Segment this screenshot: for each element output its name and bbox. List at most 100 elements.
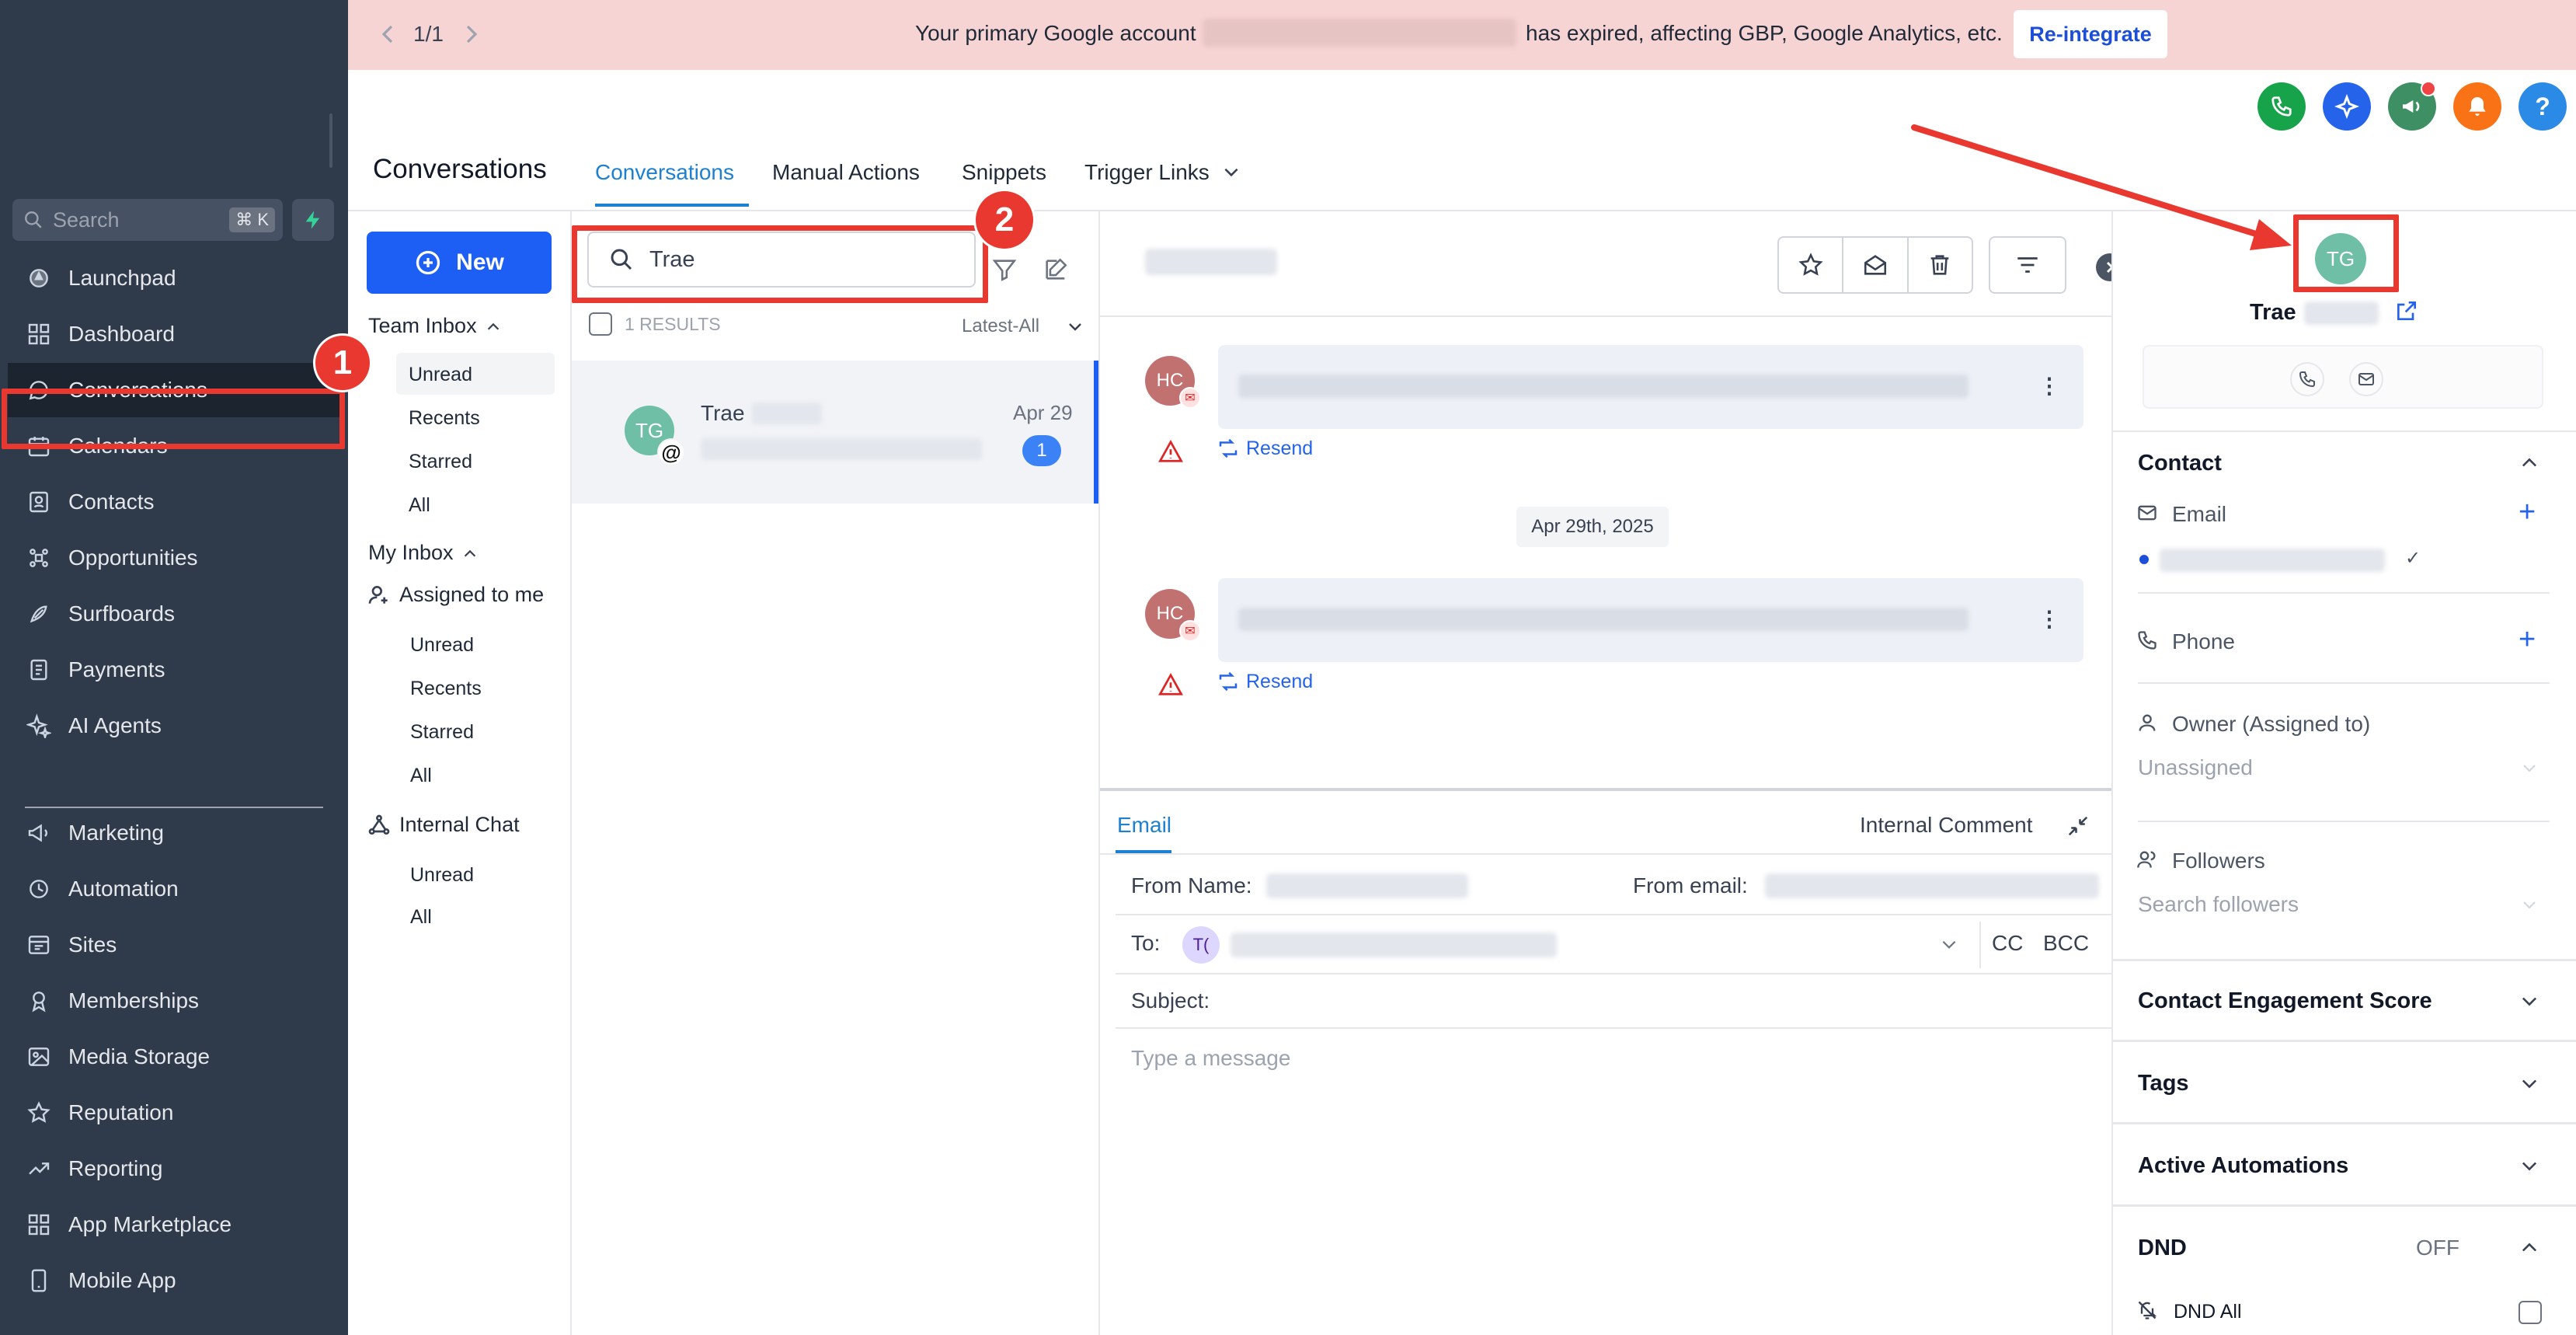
sidebar-item-surfboards[interactable]: Surfboards — [8, 587, 342, 641]
sidebar-item-reputation[interactable]: Reputation — [8, 1086, 342, 1140]
sidebar-item-automation[interactable]: Automation — [8, 862, 342, 916]
chevron-down-icon[interactable] — [1066, 317, 1084, 336]
sidebar-item-mobile-app[interactable]: Mobile App — [8, 1253, 342, 1308]
chevron-right-icon[interactable] — [461, 23, 480, 45]
conversation-list-item[interactable]: TG @ Trae Apr 29 1 — [572, 361, 1098, 504]
contact-section-title[interactable]: Contact — [2138, 451, 2222, 476]
sort-select[interactable]: Latest-All — [962, 315, 1039, 337]
team-inbox-unread[interactable]: Unread — [396, 353, 555, 395]
results-count: 1 RESULTS — [625, 314, 721, 334]
message-bubble[interactable]: ⋮ — [1218, 578, 2083, 662]
redacted-email[interactable] — [2160, 549, 2385, 572]
sidebar-item-app-marketplace[interactable]: App Marketplace — [8, 1197, 342, 1252]
sidebar-item-dashboard[interactable]: Dashboard — [8, 307, 342, 361]
bcc-button[interactable]: BCC — [2043, 931, 2089, 956]
sidebar-item-sites[interactable]: Sites — [8, 918, 342, 972]
chevron-down-icon[interactable] — [2519, 1072, 2540, 1094]
team-inbox-item-label: Recents — [409, 407, 480, 429]
assigned-to-me[interactable]: Assigned to me — [399, 583, 544, 607]
sidebar-item-memberships[interactable]: Memberships — [8, 974, 342, 1028]
external-link-icon[interactable] — [2394, 298, 2419, 323]
chevron-left-icon[interactable] — [379, 23, 398, 45]
reintegrate-button[interactable]: Re-integrate — [2014, 10, 2167, 58]
engagement-section-title[interactable]: Contact Engagement Score — [2138, 988, 2432, 1014]
tab-trigger-links[interactable]: Trigger Links — [1084, 160, 1210, 185]
chevron-up-icon[interactable] — [2519, 1237, 2540, 1259]
sidebar-item-marketing[interactable]: Marketing — [8, 806, 342, 860]
sidebar-item-label: Mobile App — [68, 1268, 176, 1292]
more-vertical-icon[interactable]: ⋮ — [2038, 606, 2060, 632]
redacted-recipient[interactable] — [1231, 932, 1557, 957]
chevron-down-icon[interactable] — [2519, 1155, 2540, 1176]
chevron-down-icon[interactable] — [2519, 990, 2540, 1012]
tags-section-title[interactable]: Tags — [2138, 1071, 2189, 1096]
my-inbox-recents[interactable]: Recents — [410, 678, 482, 700]
sidebar-item-ai-agents[interactable]: AI Agents — [8, 699, 342, 753]
redacted-preview — [701, 438, 982, 460]
tab-manual-actions[interactable]: Manual Actions — [772, 160, 920, 185]
call-contact-button[interactable] — [2290, 362, 2324, 396]
followers-search[interactable]: Search followers — [2138, 892, 2299, 917]
sidebar-item-media-storage[interactable]: Media Storage — [8, 1030, 342, 1084]
tab-snippets[interactable]: Snippets — [962, 160, 1046, 185]
team-inbox-recents[interactable]: Recents — [396, 396, 555, 438]
email-contact-button[interactable] — [2349, 362, 2383, 396]
ai-assistant-button[interactable] — [2323, 82, 2371, 131]
add-email-icon[interactable]: + — [2519, 496, 2536, 529]
my-inbox-header[interactable]: My Inbox — [368, 541, 479, 565]
internal-chat-unread[interactable]: Unread — [410, 864, 474, 887]
more-vertical-icon[interactable]: ⋮ — [2038, 373, 2060, 399]
filter-icon[interactable] — [991, 256, 1018, 283]
cc-button[interactable]: CC — [1992, 931, 2023, 956]
sidebar-item-reporting[interactable]: Reporting — [8, 1142, 342, 1196]
email-divider — [2138, 592, 2550, 594]
chevron-down-icon[interactable] — [1939, 934, 1959, 954]
subject-divider — [1116, 1027, 2111, 1029]
automations-section-title[interactable]: Active Automations — [2138, 1153, 2348, 1179]
redacted-from-name[interactable] — [1266, 873, 1468, 898]
sidebar-item-contacts[interactable]: Contacts — [8, 475, 342, 529]
from-email-label: From email: — [1633, 873, 1748, 898]
chevron-down-icon[interactable] — [1221, 162, 1241, 182]
recipient-chip-avatar[interactable]: T( — [1182, 926, 1220, 964]
resend-button[interactable]: Resend — [1217, 437, 1313, 460]
team-inbox-all[interactable]: All — [396, 483, 555, 525]
internal-chat-header[interactable]: Internal Chat — [399, 813, 520, 837]
internal-chat-all[interactable]: All — [410, 906, 432, 929]
dnd-all-checkbox[interactable] — [2519, 1301, 2542, 1324]
resend-button[interactable]: Resend — [1217, 670, 1313, 693]
star-button[interactable] — [1779, 238, 1844, 292]
lightning-icon — [305, 211, 320, 229]
add-phone-icon[interactable]: + — [2519, 623, 2536, 657]
tab-conversations[interactable]: Conversations — [595, 160, 734, 185]
select-all-checkbox[interactable] — [589, 312, 612, 336]
message-bubble[interactable]: ⋮ — [1218, 345, 2083, 429]
owner-select[interactable]: Unassigned — [2138, 755, 2253, 780]
new-conversation-button[interactable]: New — [367, 232, 552, 294]
compose-icon[interactable] — [1043, 256, 1069, 283]
chevron-down-icon[interactable] — [2520, 758, 2539, 777]
dnd-section-title[interactable]: DND — [2138, 1236, 2187, 1261]
composer-tab-email[interactable]: Email — [1117, 813, 1171, 838]
team-inbox-header[interactable]: Team Inbox — [368, 314, 502, 338]
redacted-from-email[interactable] — [1765, 873, 2099, 898]
help-button[interactable]: ? — [2519, 82, 2567, 131]
minimize-icon[interactable] — [2066, 814, 2090, 838]
sidebar-item-opportunities[interactable]: Opportunities — [8, 531, 342, 585]
chevron-down-icon[interactable] — [2520, 895, 2539, 914]
sidebar-resize-handle[interactable] — [329, 113, 332, 168]
my-inbox-unread[interactable]: Unread — [410, 634, 474, 657]
mark-read-button[interactable] — [1843, 238, 1909, 292]
team-inbox-starred[interactable]: Starred — [396, 440, 555, 482]
sidebar-search[interactable]: Search ⌘ K — [12, 199, 283, 241]
sidebar-item-payments[interactable]: Payments — [8, 643, 342, 697]
search-icon — [23, 210, 44, 230]
notifications-button[interactable] — [2453, 82, 2501, 131]
my-inbox-all[interactable]: All — [410, 765, 432, 787]
sidebar-item-launchpad[interactable]: Launchpad — [8, 251, 342, 305]
message-input[interactable]: Type a message — [1131, 1046, 1290, 1071]
quick-action-button[interactable] — [292, 199, 334, 241]
composer-tab-internal[interactable]: Internal Comment — [1860, 813, 2033, 838]
chevron-up-icon[interactable] — [2519, 452, 2540, 474]
my-inbox-starred[interactable]: Starred — [410, 721, 474, 744]
